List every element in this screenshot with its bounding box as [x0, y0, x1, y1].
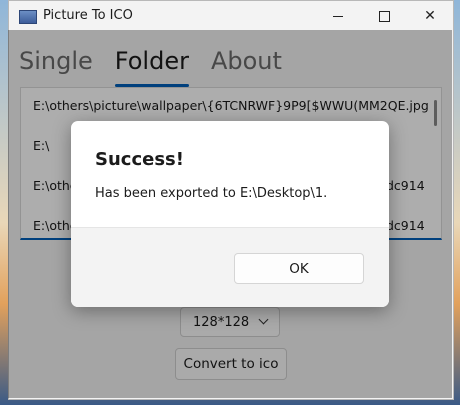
minimize-icon [333, 15, 343, 17]
dialog-footer: OK [71, 227, 389, 307]
close-button[interactable]: ✕ [407, 1, 453, 31]
dialog-title: Success! [95, 149, 184, 170]
ok-button[interactable]: OK [234, 253, 364, 284]
close-icon: ✕ [424, 8, 436, 24]
maximize-button[interactable] [361, 1, 407, 31]
window-title: Picture To ICO [43, 8, 133, 23]
dialog-message: Has been exported to E:\Desktop\1. [95, 186, 328, 201]
title-bar: Picture To ICO ✕ [9, 1, 453, 31]
picture-icon [19, 10, 37, 24]
success-dialog: Success! Has been exported to E:\Desktop… [71, 121, 389, 307]
maximize-icon [378, 10, 390, 22]
minimize-button[interactable] [315, 1, 361, 31]
